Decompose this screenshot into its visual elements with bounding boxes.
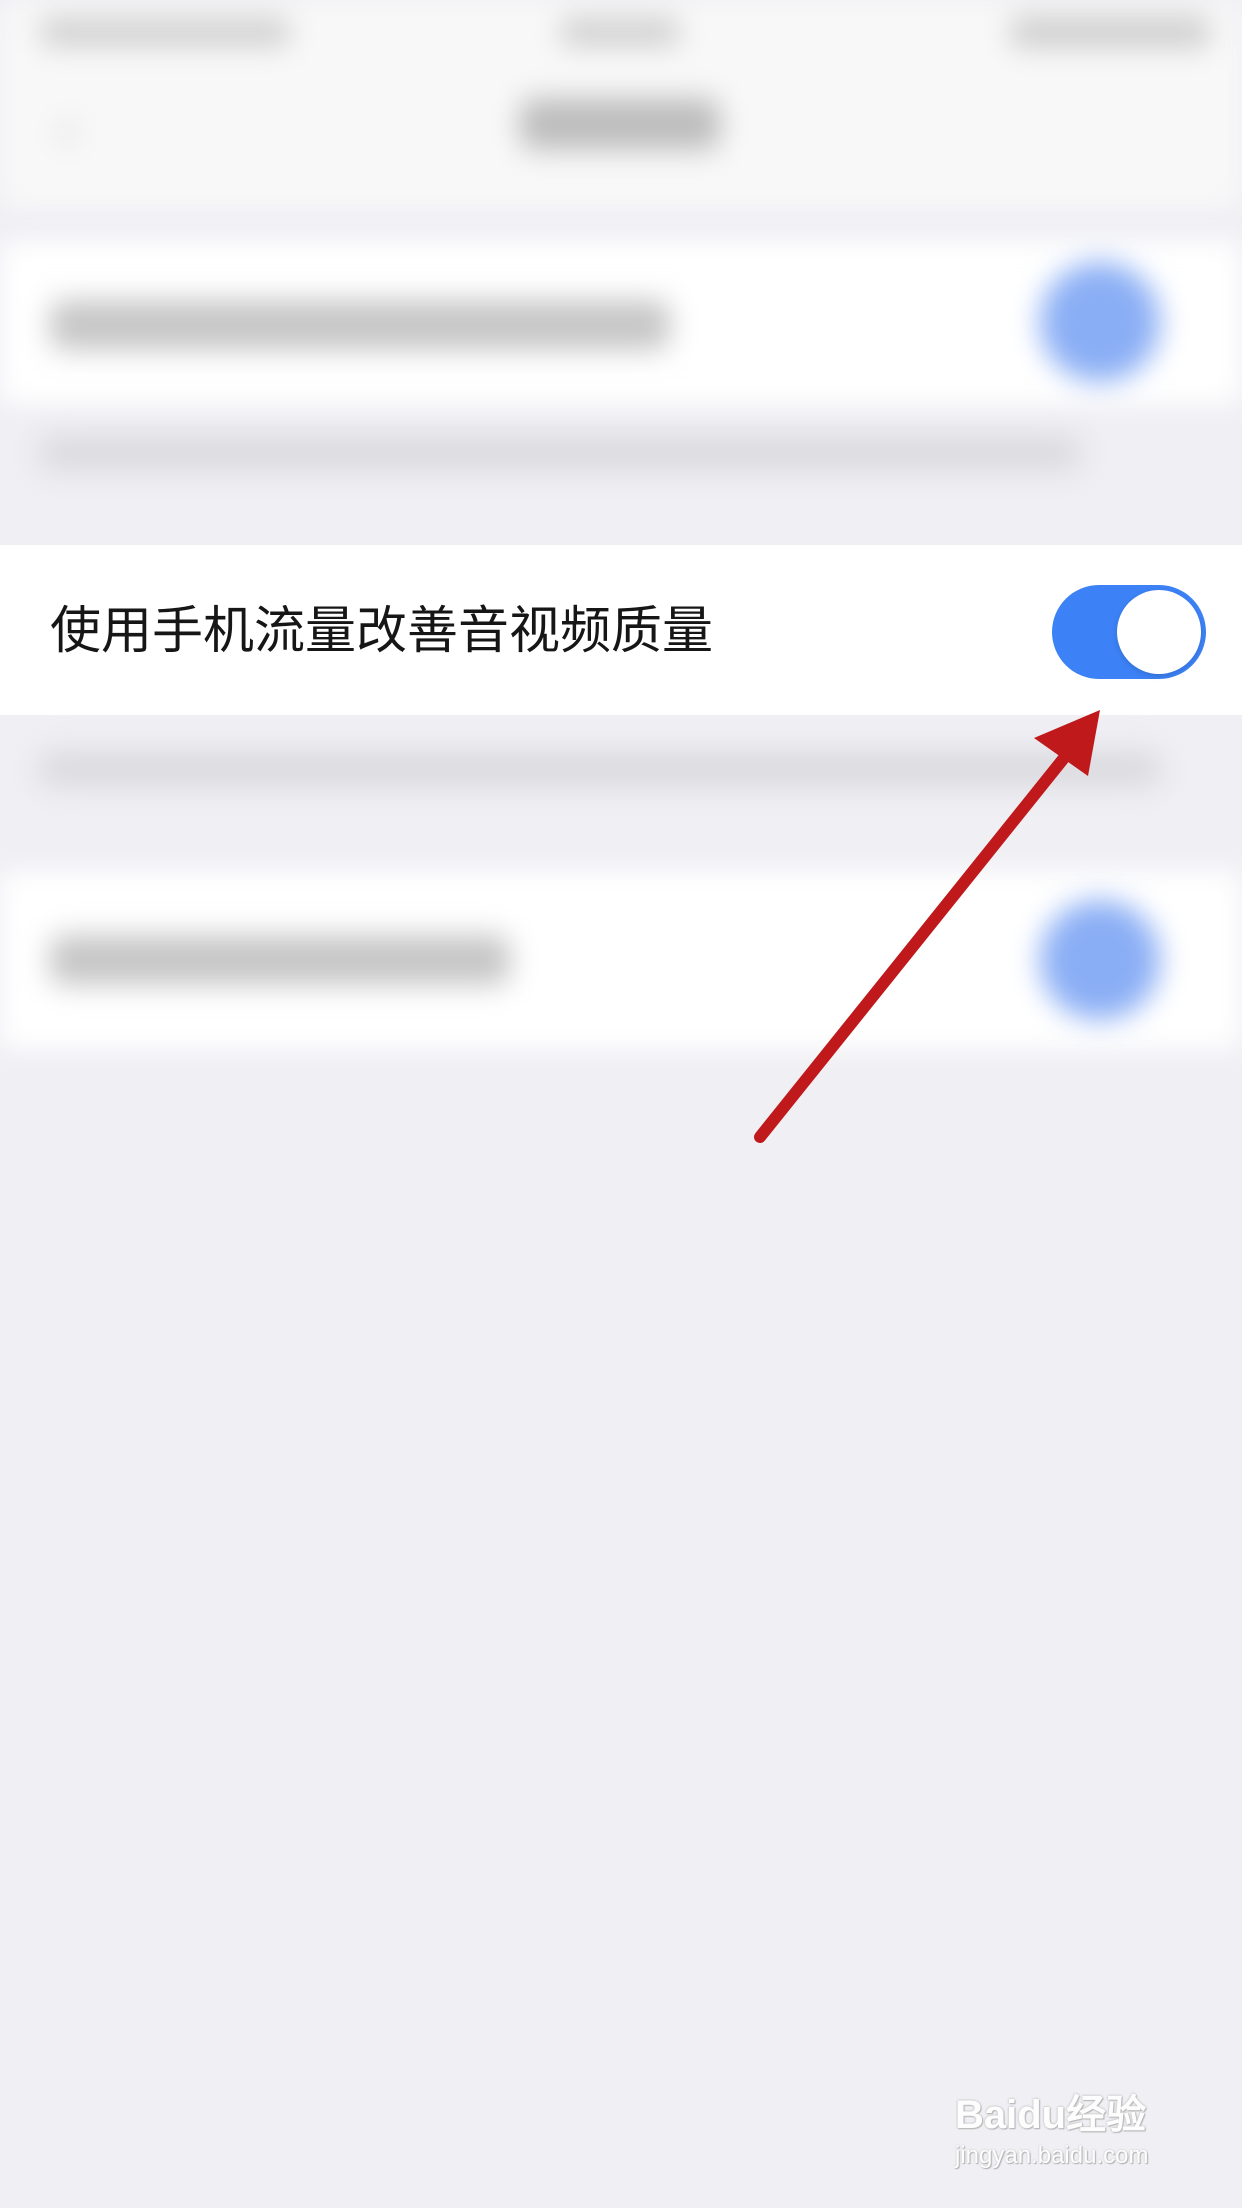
cellular-av-quality-toggle[interactable] [1052, 585, 1206, 679]
blurred-footnote-2 [40, 752, 1160, 786]
blurred-toggle-2[interactable] [1040, 900, 1160, 1020]
status-bar-time [560, 18, 680, 46]
cellular-av-quality-label: 使用手机流量改善音视频质量 [50, 602, 714, 661]
status-bar-battery [1010, 16, 1210, 48]
blurred-footnote [40, 436, 1080, 470]
status-bar-left [40, 18, 290, 46]
settings-cell-top [0, 240, 1242, 405]
blurred-toggle[interactable] [1040, 262, 1160, 382]
toggle-knob [1117, 590, 1201, 674]
page-title [520, 98, 720, 150]
chevron-left-icon[interactable]: ‹ [55, 100, 85, 160]
settings-cell-bottom [0, 870, 1242, 1050]
navigation-bar: ‹ [0, 0, 1242, 210]
blurred-label-2 [50, 935, 510, 985]
blurred-label [50, 300, 670, 350]
watermark-main: Baidu经验 [955, 2093, 1147, 2137]
watermark-url: jingyan.baidu.com [955, 2142, 1149, 2169]
baidu-watermark: Baidu经验 jingyan.baidu.com [955, 2090, 1195, 2180]
